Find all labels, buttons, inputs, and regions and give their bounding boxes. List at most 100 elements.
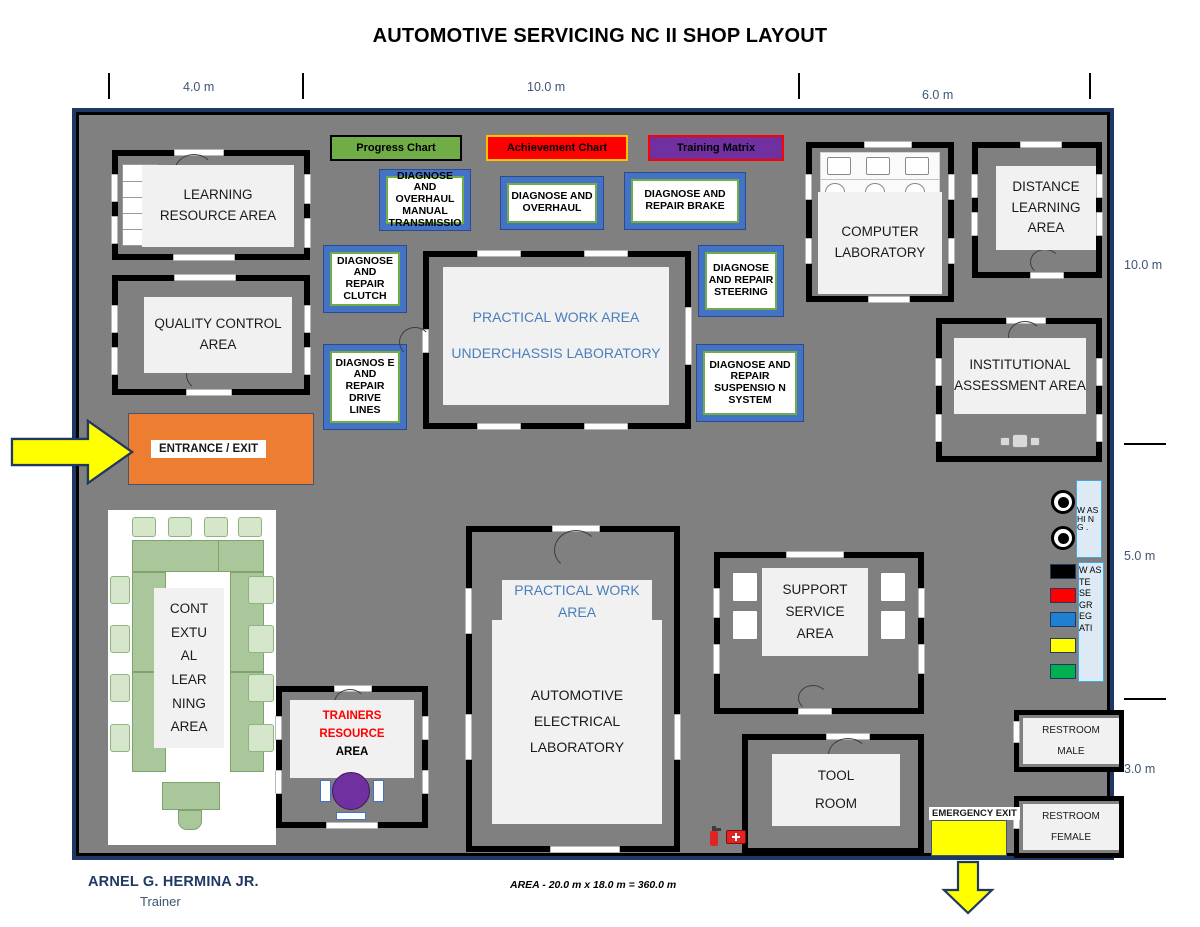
dim-tick-right-1 [1124, 443, 1166, 445]
room-label-institutional-assessment-area: INSTITUTIONAL ASSESSMENT AREA [954, 338, 1086, 414]
banner-training-matrix[interactable]: Training Matrix [648, 135, 784, 161]
banner-achievement-chart[interactable]: Achievement Chart [486, 135, 628, 161]
emergency-exit-label: EMERGENCY EXIT [929, 807, 1020, 820]
window-slot-ssa-left-1 [713, 588, 720, 618]
footer-trainer-name: ARNEL G. HERMINA JR. [88, 874, 259, 890]
chair-icon [132, 517, 156, 537]
window-slot-learning-bottom [173, 254, 235, 261]
window-slot-cl-left-2 [805, 238, 812, 264]
trainer-chair-icon [178, 810, 202, 830]
contextual-learning-area[interactable]: CONT EXTU AL LEAR NING AREA [108, 510, 276, 845]
sofa-icon [732, 572, 758, 602]
window-slot-learning-left-1 [111, 174, 118, 202]
waste-swatch-green [1050, 664, 1076, 679]
window-slot-dl-left-1 [971, 174, 978, 198]
window-slot-uc-bottom-1 [477, 423, 521, 430]
window-slot-tra-bottom [326, 822, 378, 829]
room-underchassis-laboratory[interactable]: PRACTICAL WORK AREA UNDERCHASSIS LABORAT… [423, 251, 691, 429]
window-slot-ia-right-2 [1096, 414, 1103, 442]
window-slot-ssa-left-2 [713, 644, 720, 674]
room-quality-control-area[interactable]: QUALITY CONTROL AREA [112, 275, 310, 395]
sofa-icon [880, 610, 906, 640]
room-learning-resource-area[interactable]: LEARNING RESOURCE AREA [112, 150, 310, 260]
footer-trainer-role: Trainer [140, 894, 181, 909]
card-diagnose-overhaul-manual-transmission[interactable]: DIAGNOSE AND OVERHAUL MANUAL TRANSMISSIO [379, 169, 471, 231]
card-label: DIAGNOSE AND REPAIR BRAKE [631, 179, 739, 223]
chair-icon [110, 576, 130, 604]
chair-icon [248, 576, 274, 604]
footer-area-computation: AREA - 20.0 m x 18.0 m = 360.0 m [510, 879, 676, 891]
window-slot-qc-top [174, 274, 236, 281]
door-arc-ael [554, 530, 598, 570]
window-slot-dl-right-2 [1096, 212, 1103, 236]
card-diagnose-repair-suspension-system[interactable]: DIAGNOSE AND REPAIR SUSPENSIO N SYSTEM [696, 344, 804, 422]
window-slot-tra-left-1 [275, 716, 282, 740]
window-slot-dl-top [1020, 141, 1062, 148]
washing-machine-icon [1051, 490, 1075, 514]
window-slot-uc-top-1 [477, 250, 521, 257]
entrance-exit-zone[interactable]: ENTRANCE / EXIT [128, 413, 314, 485]
banner-progress-chart[interactable]: Progress Chart [330, 135, 462, 161]
dim-label-top-3: 6.0 m [922, 88, 953, 102]
window-slot-uc-bottom-2 [584, 423, 628, 430]
room-automotive-electrical-laboratory[interactable]: PRACTICAL WORK AREA AUTOMOTIVE ELECTRICA… [466, 526, 680, 852]
chair-icon [238, 517, 262, 537]
window-slot-qc-left-2 [111, 347, 118, 375]
window-slot-ia-left-1 [935, 358, 942, 386]
door-arc-ssa [798, 685, 828, 711]
card-diagnose-repair-drive-lines[interactable]: DIAGNOS E AND REPAIR DRIVE LINES [323, 344, 407, 430]
window-slot-qc-left-1 [111, 305, 118, 333]
emergency-exit-zone[interactable] [931, 820, 1007, 856]
window-slot-uc-right [685, 307, 692, 365]
room-restroom-female[interactable]: RESTROOM FEMALE [1014, 796, 1124, 858]
window-slot-tra-left-2 [275, 770, 282, 794]
card-label: DIAGNOS E AND REPAIR DRIVE LINES [330, 351, 400, 423]
dim-label-right-3: 3.0 m [1124, 762, 1155, 776]
emergency-exit-arrow-icon [940, 860, 996, 916]
window-slot-cl-right-2 [948, 238, 955, 264]
computer-desk-icon [827, 157, 851, 175]
table-icon [218, 540, 264, 572]
room-label-distance-learning-area: DISTANCE LEARNING AREA [996, 166, 1096, 250]
fire-extinguisher-icon [708, 826, 722, 846]
room-support-service-area[interactable]: SUPPORT SERVICE AREA [714, 552, 924, 714]
room-distance-learning-area[interactable]: DISTANCE LEARNING AREA [972, 142, 1102, 278]
room-label-underchassis-laboratory: PRACTICAL WORK AREA UNDERCHASSIS LABORAT… [443, 267, 669, 405]
room-trainers-resource-area[interactable]: TRAINERS RESOURCE AREA [276, 686, 428, 828]
window-slot-ia-left-2 [935, 414, 942, 442]
room-sublabel-practical-work-area: PRACTICAL WORK AREA [502, 580, 652, 624]
computer-desk-icon [905, 157, 929, 175]
card-diagnose-repair-steering[interactable]: DIAGNOSE AND REPAIR STEERING [698, 245, 784, 317]
dim-tick-right-2 [1124, 698, 1166, 700]
room-label-tool-room: TOOL ROOM [772, 754, 900, 826]
room-computer-laboratory[interactable]: COMPUTER LABORATORY [806, 142, 954, 302]
window-slot-cl-top [864, 141, 912, 148]
window-slot-tra-right-1 [422, 716, 429, 740]
waste-segregation-label: W AS TE SE GR EG ATI [1078, 562, 1104, 682]
window-slot-cl-right-1 [948, 174, 955, 200]
window-slot-learning-right-1 [304, 174, 311, 204]
card-label: DIAGNOSE AND OVERHAUL MANUAL TRANSMISSIO [386, 176, 464, 224]
room-label-quality-control-area: QUALITY CONTROL AREA [144, 297, 292, 373]
banner-achievement-chart-label: Achievement Chart [507, 142, 607, 154]
waste-swatch-yellow [1050, 638, 1076, 653]
room-tool-room[interactable]: TOOL ROOM [742, 734, 924, 854]
card-diagnose-overhaul[interactable]: DIAGNOSE AND OVERHAUL [500, 176, 604, 230]
chair-base-icon [336, 812, 366, 820]
chair-icon [110, 674, 130, 702]
window-slot-ssa-top [786, 551, 844, 558]
sink-fixture-icon [1000, 434, 1040, 452]
dim-tick-top-2 [302, 73, 304, 99]
card-diagnose-repair-brake[interactable]: DIAGNOSE AND REPAIR BRAKE [624, 172, 746, 230]
card-diagnose-repair-clutch[interactable]: DIAGNOSE AND REPAIR CLUTCH [323, 245, 407, 313]
room-restroom-male[interactable]: RESTROOM MALE [1014, 710, 1124, 772]
room-institutional-assessment-area[interactable]: INSTITUTIONAL ASSESSMENT AREA [936, 318, 1102, 462]
room-label-restroom-female: RESTROOM FEMALE [1023, 804, 1119, 850]
chair-icon [110, 724, 130, 752]
window-slot-tra-right-2 [422, 770, 429, 794]
waste-swatch-red [1050, 588, 1076, 603]
room-label-contextual-learning-area: CONT EXTU AL LEAR NING AREA [154, 588, 224, 748]
chair-icon [248, 724, 274, 752]
trainer-chair-icon [332, 772, 370, 810]
window-slot-qc-right-2 [304, 347, 311, 375]
